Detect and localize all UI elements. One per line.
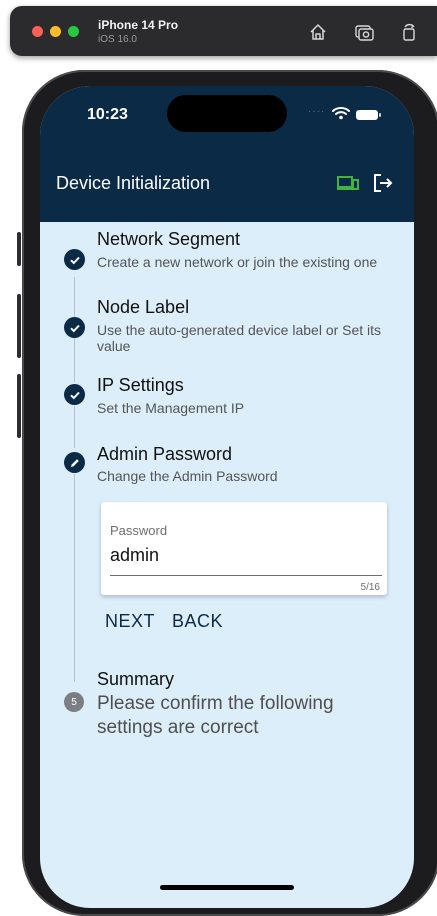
dynamic-island	[167, 95, 287, 132]
wifi-icon	[332, 106, 350, 125]
back-button[interactable]: BACK	[172, 611, 223, 632]
battery-icon	[356, 110, 381, 120]
status-time: 10:23	[87, 106, 128, 123]
character-counter: 5/16	[360, 582, 380, 593]
app-header: 10:23 ···· Device Initialization	[40, 86, 414, 222]
home-indicator[interactable]	[160, 885, 294, 890]
input-underline	[110, 575, 382, 576]
simulator-device-name: iPhone 14 Pro	[98, 18, 179, 32]
step-number-badge: 5	[64, 692, 84, 712]
step-connector	[74, 406, 75, 448]
home-icon[interactable]	[308, 22, 328, 42]
step-title[interactable]: Node Label	[97, 297, 189, 318]
screenshot-icon[interactable]	[354, 22, 374, 42]
close-window-button[interactable]	[32, 26, 43, 37]
cellular-signal-icon: ····	[308, 106, 326, 117]
step-complete-icon	[64, 317, 85, 338]
step-subtitle: Set the Management IP	[97, 400, 245, 416]
mute-switch	[17, 232, 21, 266]
step-edit-icon	[64, 452, 85, 473]
step-title[interactable]: Summary	[97, 669, 174, 690]
step-connector	[74, 474, 75, 682]
step-title[interactable]: IP Settings	[97, 375, 184, 396]
password-input[interactable]	[110, 541, 380, 569]
step-title[interactable]: Network Segment	[97, 229, 240, 250]
simulator-os-version: iOS 16.0	[98, 34, 137, 45]
volume-down-button	[17, 374, 21, 438]
logout-icon[interactable]	[371, 171, 395, 200]
minimize-window-button[interactable]	[50, 26, 61, 37]
zoom-window-button[interactable]	[68, 26, 79, 37]
next-button[interactable]: NEXT	[105, 611, 155, 632]
volume-up-button	[17, 294, 21, 358]
password-label: Password	[110, 523, 168, 538]
step-subtitle: Please confirm the following settings ar…	[97, 693, 334, 738]
password-card: Password 5/16	[101, 502, 387, 595]
page-title: Device Initialization	[56, 173, 211, 193]
step-complete-icon	[64, 384, 85, 405]
step-connector	[74, 277, 75, 319]
step-subtitle: Use the auto-generated device label or S…	[97, 322, 382, 354]
rotate-icon[interactable]	[399, 22, 419, 42]
devices-icon[interactable]	[336, 171, 360, 200]
step-complete-icon	[64, 249, 85, 270]
step-subtitle: Create a new network or join the existin…	[97, 254, 378, 270]
step-connector	[74, 338, 75, 382]
step-subtitle: Change the Admin Password	[97, 468, 278, 484]
simulator-toolbar: iPhone 14 Pro iOS 16.0	[10, 6, 437, 56]
phone-screen: 10:23 ···· Device Initialization Network…	[40, 86, 414, 908]
step-title[interactable]: Admin Password	[97, 444, 232, 465]
